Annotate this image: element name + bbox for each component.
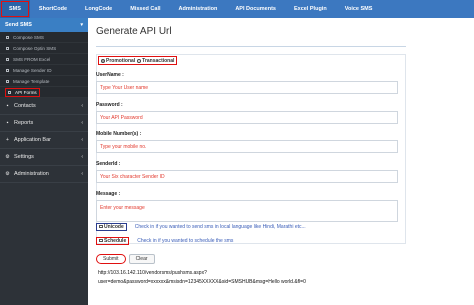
schedule-checkbox[interactable] — [99, 238, 103, 243]
sidebar-item-compose-sms[interactable]: Compose SMS — [0, 32, 88, 43]
gear-icon: ⚙ — [5, 154, 10, 160]
sidebar-item-label: Application Bar — [14, 137, 51, 143]
username-label: UserName : — [96, 72, 124, 78]
chevron-down-icon: ▾ — [80, 22, 83, 28]
submit-button[interactable]: Submit — [96, 254, 126, 264]
chevron-left-icon: ‹ — [81, 171, 83, 177]
chevron-left-icon: ‹ — [81, 120, 83, 126]
gear-icon: ⚙ — [5, 171, 10, 177]
sidebar-item-sms-from-excel[interactable]: SMS FROM Excel — [0, 54, 88, 65]
schedule-row: Schedule Check in if you wanted to sched… — [96, 236, 233, 245]
mobile-input[interactable]: Type your mobile no. — [96, 140, 398, 153]
sms-type-selector: Promotional Transactional — [98, 56, 178, 65]
nav-api-documents[interactable]: API Documents — [226, 0, 285, 18]
title-divider — [96, 46, 406, 47]
sidebar-item-label: Contacts — [14, 103, 36, 109]
nav-administration[interactable]: Administration — [170, 0, 227, 18]
unicode-checkbox[interactable] — [99, 224, 103, 229]
sidebar-item-contacts[interactable]: ▪ Contacts ‹ — [0, 98, 88, 115]
form-actions: Submit Clear — [96, 254, 155, 264]
schedule-checkbox-group[interactable]: Schedule — [96, 236, 130, 245]
sidebar-item-label: Compose SMS — [13, 34, 44, 40]
sidebar-section-send-sms[interactable]: Send SMS ▾ — [0, 18, 88, 32]
page-title: Generate API Url — [96, 26, 172, 37]
square-icon — [8, 90, 11, 94]
generated-url-line-2: user=demo&password=xxxxxx&msisdn=12345XX… — [98, 279, 306, 285]
sidebar-submenu: Compose SMS Compose Optin SMS SMS FROM E… — [0, 32, 88, 98]
sidebar-item-reports[interactable]: ▪ Reports ‹ — [0, 115, 88, 132]
top-navigation-bar: SMS ShortCode LongCode Missed Call Admin… — [0, 0, 474, 18]
sidebar-item-label: Manage Sender ID — [13, 67, 52, 73]
plus-icon: + — [6, 137, 9, 143]
chevron-left-icon: ‹ — [81, 103, 83, 109]
message-label: Message : — [96, 191, 121, 197]
sidebar-item-label: Settings — [14, 154, 34, 160]
sidebar-item-manage-template[interactable]: Manage Template — [0, 76, 88, 87]
nav-shortcode[interactable]: ShortCode — [30, 0, 76, 18]
send-sms-label: Send SMS — [5, 22, 32, 28]
username-input[interactable]: Type Your User name — [96, 81, 398, 94]
nav-missed-call[interactable]: Missed Call — [121, 0, 169, 18]
unicode-label: Unicode — [104, 223, 124, 230]
square-icon — [6, 46, 9, 50]
sidebar-item-label: SMS FROM Excel — [13, 56, 51, 62]
nav-voice-sms[interactable]: Voice SMS — [336, 0, 382, 18]
square-icon — [6, 57, 9, 61]
sidebar-item-api-forms[interactable]: API Forms — [0, 87, 88, 98]
password-label: Password : — [96, 102, 123, 108]
generated-url-line-1: http://103.16.142.110/vendorsms/pushsms.… — [98, 270, 207, 276]
message-textarea[interactable]: Enter your message — [96, 200, 398, 222]
senderid-label: SenderId : — [96, 161, 121, 167]
schedule-hint: Check in if you wanted to schedule the s… — [137, 237, 234, 244]
radio-transactional[interactable] — [137, 58, 142, 63]
unicode-checkbox-group[interactable]: Unicode — [96, 222, 127, 231]
mobile-label: Mobile Number(s) : — [96, 131, 142, 137]
password-input[interactable]: Your API Password — [96, 111, 398, 124]
chevron-left-icon: ‹ — [81, 137, 83, 143]
square-icon — [6, 35, 9, 39]
promotional-label: Promotional — [106, 57, 136, 64]
clear-button[interactable]: Clear — [128, 254, 155, 264]
sidebar-item-settings[interactable]: ⚙ Settings ‹ — [0, 149, 88, 166]
sidebar-item-label: API Forms — [15, 89, 37, 95]
unicode-row: Unicode Check in if you wanted to send s… — [96, 222, 306, 231]
unicode-hint: Check in if you wanted to send sms in lo… — [134, 223, 306, 230]
main-content: Generate API Url Promotional Transaction… — [88, 18, 474, 305]
schedule-label: Schedule — [104, 237, 127, 244]
nav-sms[interactable]: SMS — [0, 0, 30, 18]
contacts-icon: ▪ — [6, 103, 9, 109]
transactional-label: Transactional — [142, 57, 175, 64]
senderid-input[interactable]: Your Six character Sender ID — [96, 170, 398, 183]
sidebar-item-application-bar[interactable]: + Application Bar ‹ — [0, 132, 88, 149]
nav-longcode[interactable]: LongCode — [76, 0, 121, 18]
sidebar-item-administration[interactable]: ⚙ Administration ‹ — [0, 166, 88, 183]
square-icon — [6, 79, 9, 83]
sidebar-item-label: Compose Optin SMS — [13, 45, 57, 51]
radio-promotional[interactable] — [101, 58, 105, 63]
sidebar-item-manage-sender-id[interactable]: Manage Sender ID — [0, 65, 88, 76]
highlight-box: API Forms — [5, 87, 40, 97]
square-icon — [6, 68, 9, 72]
sidebar: Send SMS ▾ Compose SMS Compose Optin SMS… — [0, 18, 88, 305]
nav-excel-plugin[interactable]: Excel Plugin — [285, 0, 336, 18]
sidebar-item-label: Administration — [14, 171, 49, 177]
sidebar-item-label: Manage Template — [13, 78, 50, 84]
chevron-left-icon: ‹ — [81, 154, 83, 160]
sidebar-item-label: Reports — [14, 120, 34, 126]
sidebar-item-compose-optin-sms[interactable]: Compose Optin SMS — [0, 43, 88, 54]
reports-icon: ▪ — [6, 120, 9, 126]
